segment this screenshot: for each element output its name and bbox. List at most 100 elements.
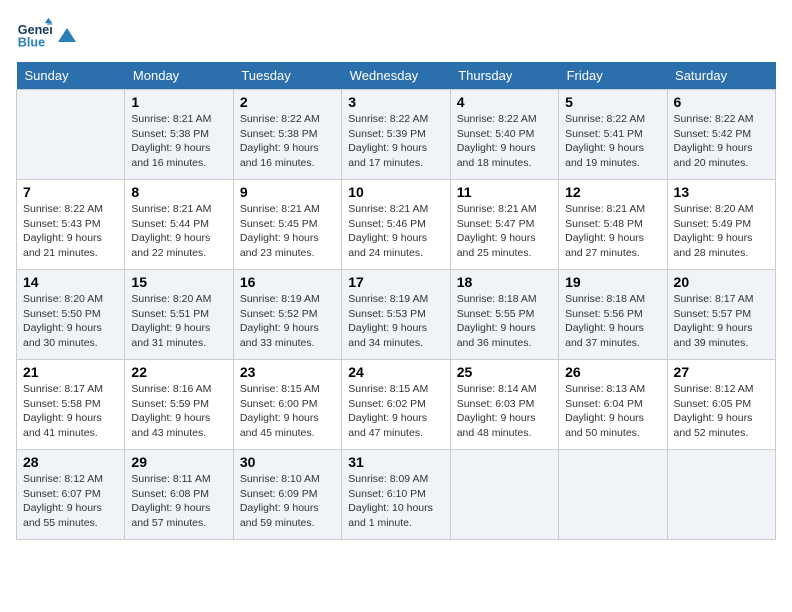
calendar-cell: 10 Sunrise: 8:21 AMSunset: 5:46 PMDayligh…: [342, 180, 450, 270]
day-info: Sunrise: 8:22 AMSunset: 5:43 PMDaylight:…: [23, 202, 118, 261]
day-number: 16: [240, 274, 335, 290]
day-number: 29: [131, 454, 226, 470]
day-number: 19: [565, 274, 660, 290]
day-info: Sunrise: 8:09 AMSunset: 6:10 PMDaylight:…: [348, 472, 443, 531]
week-row-5: 28Sunrise: 8:12 AMSunset: 6:07 PMDayligh…: [17, 450, 776, 540]
calendar-cell: [667, 450, 775, 540]
day-number: 23: [240, 364, 335, 380]
days-of-week-row: SundayMondayTuesdayWednesdayThursdayFrid…: [17, 62, 776, 90]
day-number: 4: [457, 94, 552, 110]
calendar-cell: 22 Sunrise: 8:16 AMSunset: 5:59 PMDayligh…: [125, 360, 233, 450]
day-info: Sunrise: 8:10 AMSunset: 6:09 PMDaylight:…: [240, 472, 335, 531]
day-number: 6: [674, 94, 769, 110]
day-number: 20: [674, 274, 769, 290]
day-number: 14: [23, 274, 118, 290]
calendar-cell: 23 Sunrise: 8:15 AMSunset: 6:00 PMDayligh…: [233, 360, 341, 450]
day-number: 13: [674, 184, 769, 200]
dow-header-sunday: Sunday: [17, 62, 125, 90]
calendar-cell: 19 Sunrise: 8:18 AMSunset: 5:56 PMDayligh…: [559, 270, 667, 360]
dow-header-tuesday: Tuesday: [233, 62, 341, 90]
day-info: Sunrise: 8:15 AMSunset: 6:02 PMDaylight:…: [348, 382, 443, 441]
day-info: Sunrise: 8:12 AMSunset: 6:05 PMDaylight:…: [674, 382, 769, 441]
day-info: Sunrise: 8:12 AMSunset: 6:07 PMDaylight:…: [23, 472, 118, 531]
day-number: 2: [240, 94, 335, 110]
day-info: Sunrise: 8:21 AMSunset: 5:38 PMDaylight:…: [131, 112, 226, 171]
day-number: 24: [348, 364, 443, 380]
calendar-cell: 11Sunrise: 8:21 AMSunset: 5:47 PMDayligh…: [450, 180, 558, 270]
day-info: Sunrise: 8:15 AMSunset: 6:00 PMDaylight:…: [240, 382, 335, 441]
day-number: 9: [240, 184, 335, 200]
calendar-cell: 13 Sunrise: 8:20 AMSunset: 5:49 PMDayligh…: [667, 180, 775, 270]
day-info: Sunrise: 8:22 AMSunset: 5:38 PMDaylight:…: [240, 112, 335, 171]
day-info: Sunrise: 8:18 AMSunset: 5:55 PMDaylight:…: [457, 292, 552, 351]
day-info: Sunrise: 8:21 AMSunset: 5:48 PMDaylight:…: [565, 202, 660, 261]
day-number: 30: [240, 454, 335, 470]
logo-triangle-icon: [58, 28, 76, 42]
day-info: Sunrise: 8:20 AMSunset: 5:49 PMDaylight:…: [674, 202, 769, 261]
calendar-cell: 25 Sunrise: 8:14 AMSunset: 6:03 PMDayligh…: [450, 360, 558, 450]
day-info: Sunrise: 8:13 AMSunset: 6:04 PMDaylight:…: [565, 382, 660, 441]
week-row-4: 21Sunrise: 8:17 AMSunset: 5:58 PMDayligh…: [17, 360, 776, 450]
calendar-cell: 9 Sunrise: 8:21 AMSunset: 5:45 PMDaylight…: [233, 180, 341, 270]
dow-header-monday: Monday: [125, 62, 233, 90]
calendar-cell: 29 Sunrise: 8:11 AMSunset: 6:08 PMDayligh…: [125, 450, 233, 540]
day-number: 17: [348, 274, 443, 290]
day-info: Sunrise: 8:20 AMSunset: 5:50 PMDaylight:…: [23, 292, 118, 351]
day-number: 25: [457, 364, 552, 380]
calendar-cell: 15 Sunrise: 8:20 AMSunset: 5:51 PMDayligh…: [125, 270, 233, 360]
day-info: Sunrise: 8:22 AMSunset: 5:42 PMDaylight:…: [674, 112, 769, 171]
dow-header-friday: Friday: [559, 62, 667, 90]
day-number: 8: [131, 184, 226, 200]
calendar-cell: 31 Sunrise: 8:09 AMSunset: 6:10 PMDayligh…: [342, 450, 450, 540]
calendar-cell: 26Sunrise: 8:13 AMSunset: 6:04 PMDayligh…: [559, 360, 667, 450]
day-info: Sunrise: 8:22 AMSunset: 5:40 PMDaylight:…: [457, 112, 552, 171]
day-number: 12: [565, 184, 660, 200]
dow-header-thursday: Thursday: [450, 62, 558, 90]
calendar-body: 1Sunrise: 8:21 AMSunset: 5:38 PMDaylight…: [17, 90, 776, 540]
logo: General Blue: [16, 16, 76, 52]
day-info: Sunrise: 8:21 AMSunset: 5:46 PMDaylight:…: [348, 202, 443, 261]
day-info: Sunrise: 8:16 AMSunset: 5:59 PMDaylight:…: [131, 382, 226, 441]
day-info: Sunrise: 8:19 AMSunset: 5:53 PMDaylight:…: [348, 292, 443, 351]
day-info: Sunrise: 8:17 AMSunset: 5:57 PMDaylight:…: [674, 292, 769, 351]
calendar-cell: 5Sunrise: 8:22 AMSunset: 5:41 PMDaylight…: [559, 90, 667, 180]
day-info: Sunrise: 8:14 AMSunset: 6:03 PMDaylight:…: [457, 382, 552, 441]
logo-icon: General Blue: [16, 16, 52, 52]
calendar-cell: 16 Sunrise: 8:19 AMSunset: 5:52 PMDayligh…: [233, 270, 341, 360]
day-info: Sunrise: 8:22 AMSunset: 5:39 PMDaylight:…: [348, 112, 443, 171]
calendar-cell: 18Sunrise: 8:18 AMSunset: 5:55 PMDayligh…: [450, 270, 558, 360]
day-number: 27: [674, 364, 769, 380]
calendar-cell: 30 Sunrise: 8:10 AMSunset: 6:09 PMDayligh…: [233, 450, 341, 540]
day-info: Sunrise: 8:20 AMSunset: 5:51 PMDaylight:…: [131, 292, 226, 351]
day-info: Sunrise: 8:19 AMSunset: 5:52 PMDaylight:…: [240, 292, 335, 351]
week-row-3: 14 Sunrise: 8:20 AMSunset: 5:50 PMDayligh…: [17, 270, 776, 360]
calendar-cell: [450, 450, 558, 540]
day-info: Sunrise: 8:11 AMSunset: 6:08 PMDaylight:…: [131, 472, 226, 531]
day-number: 22: [131, 364, 226, 380]
calendar-table: SundayMondayTuesdayWednesdayThursdayFrid…: [16, 62, 776, 540]
calendar-cell: [559, 450, 667, 540]
day-number: 7: [23, 184, 118, 200]
calendar-cell: 27 Sunrise: 8:12 AMSunset: 6:05 PMDayligh…: [667, 360, 775, 450]
day-info: Sunrise: 8:21 AMSunset: 5:44 PMDaylight:…: [131, 202, 226, 261]
day-number: 15: [131, 274, 226, 290]
calendar-cell: 7 Sunrise: 8:22 AMSunset: 5:43 PMDaylight…: [17, 180, 125, 270]
calendar-cell: 21Sunrise: 8:17 AMSunset: 5:58 PMDayligh…: [17, 360, 125, 450]
calendar-cell: 17 Sunrise: 8:19 AMSunset: 5:53 PMDayligh…: [342, 270, 450, 360]
dow-header-saturday: Saturday: [667, 62, 775, 90]
calendar-cell: 12 Sunrise: 8:21 AMSunset: 5:48 PMDayligh…: [559, 180, 667, 270]
day-number: 10: [348, 184, 443, 200]
calendar-cell: 24 Sunrise: 8:15 AMSunset: 6:02 PMDayligh…: [342, 360, 450, 450]
day-number: 31: [348, 454, 443, 470]
day-info: Sunrise: 8:22 AMSunset: 5:41 PMDaylight:…: [565, 112, 660, 171]
calendar-cell: 3Sunrise: 8:22 AMSunset: 5:39 PMDaylight…: [342, 90, 450, 180]
header: General Blue: [16, 16, 776, 52]
day-info: Sunrise: 8:21 AMSunset: 5:45 PMDaylight:…: [240, 202, 335, 261]
day-info: Sunrise: 8:21 AMSunset: 5:47 PMDaylight:…: [457, 202, 552, 261]
calendar-cell: 1Sunrise: 8:21 AMSunset: 5:38 PMDaylight…: [125, 90, 233, 180]
day-info: Sunrise: 8:18 AMSunset: 5:56 PMDaylight:…: [565, 292, 660, 351]
calendar-cell: 2 Sunrise: 8:22 AMSunset: 5:38 PMDaylight…: [233, 90, 341, 180]
week-row-2: 7 Sunrise: 8:22 AMSunset: 5:43 PMDaylight…: [17, 180, 776, 270]
calendar-cell: 6 Sunrise: 8:22 AMSunset: 5:42 PMDaylight…: [667, 90, 775, 180]
day-number: 21: [23, 364, 118, 380]
